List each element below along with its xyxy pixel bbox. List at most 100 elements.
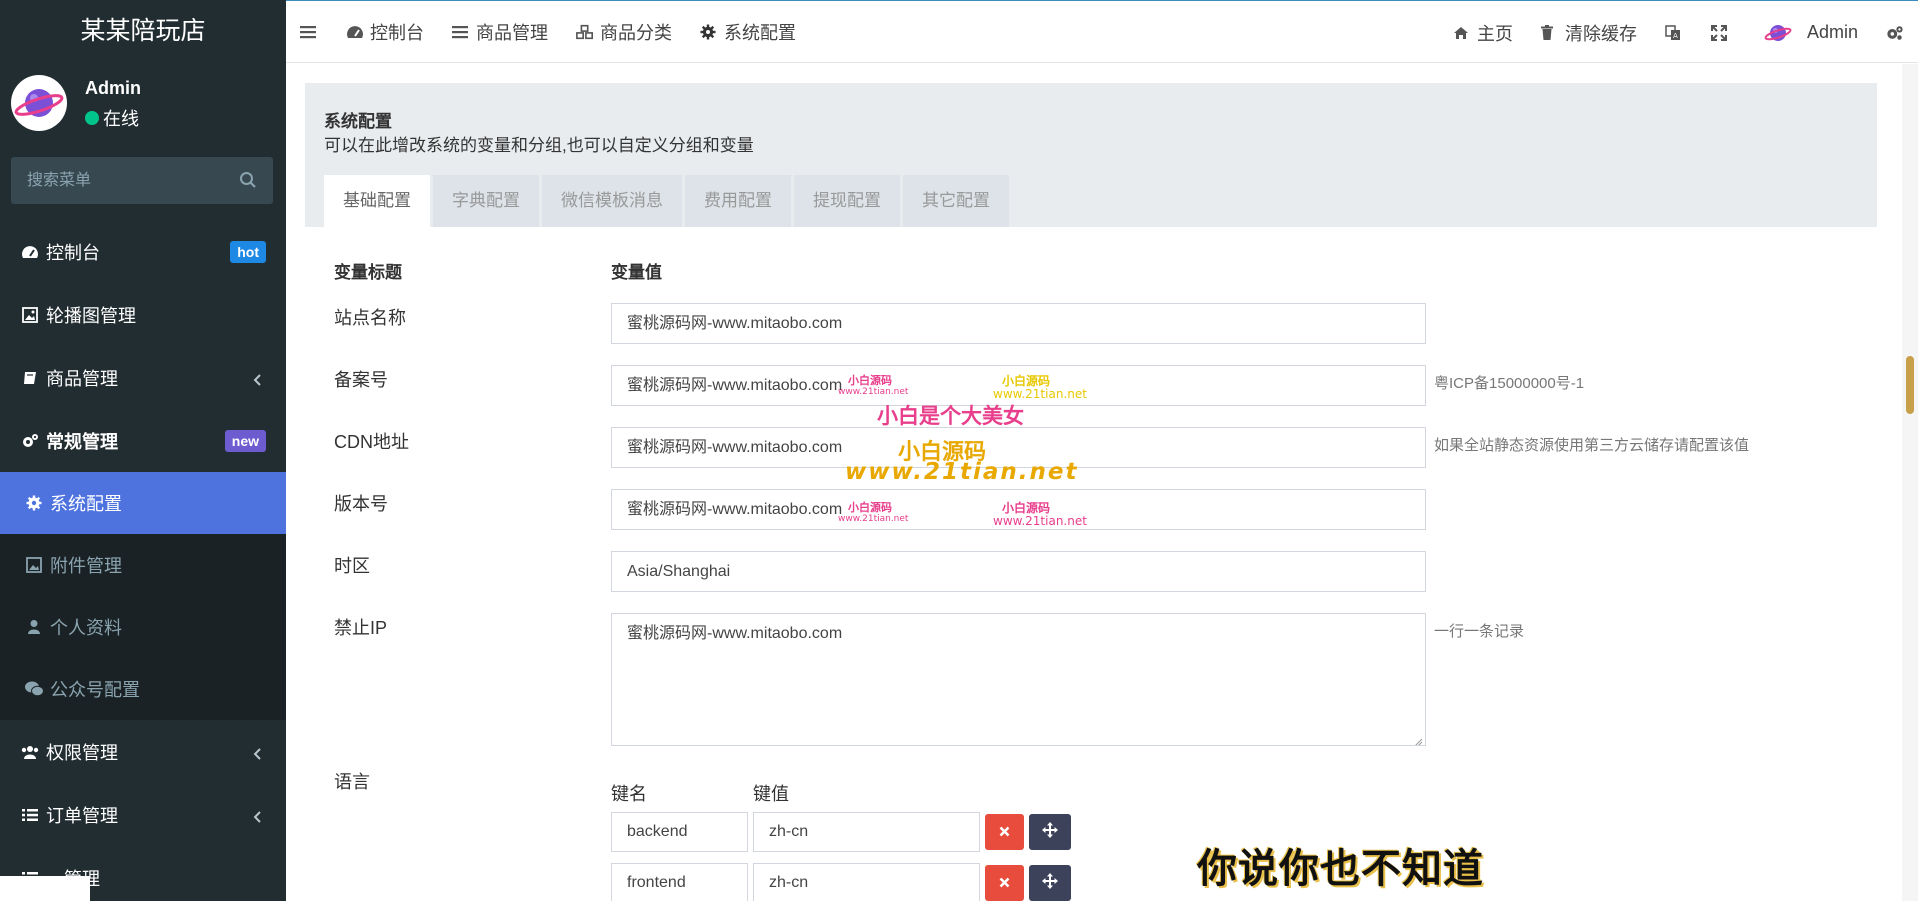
sidebar-item-label: 个人资料 [50, 618, 122, 638]
drag-row-button[interactable] [1029, 865, 1071, 901]
delete-row-button[interactable] [985, 814, 1024, 850]
move-icon [1042, 872, 1058, 894]
sidebar-item-attachments[interactable]: 附件管理 [0, 534, 286, 596]
tab-category[interactable]: 商品分类 [562, 0, 686, 63]
sidebar-item-label: 订单管理 [46, 805, 118, 826]
field-label-cdn: CDN地址 [334, 432, 409, 452]
translate-icon: A [1665, 24, 1683, 42]
sidebar-item-orders[interactable]: 订单管理 [0, 783, 286, 846]
tab-dashboard[interactable]: 控制台 [332, 0, 438, 63]
timezone-input[interactable]: Asia/Shanghai [611, 551, 1426, 592]
page-scrollbar[interactable] [1902, 64, 1918, 901]
gear-icon [700, 23, 718, 41]
home-icon [1453, 24, 1471, 42]
key-column-header: 键名 [611, 784, 647, 804]
watermark-text: 小白是个大美女 [877, 404, 1024, 428]
sidebar-item-system-config[interactable]: 系统配置 [0, 472, 286, 534]
tab-basic-config[interactable]: 基础配置 [324, 175, 430, 227]
language-key-input[interactable]: backend [611, 812, 748, 852]
avatar[interactable] [11, 75, 67, 131]
user-icon [24, 617, 44, 637]
watermark-text: 小白源码 [848, 374, 892, 387]
bottom-overlay [0, 876, 90, 901]
sidebar-toggle-button[interactable] [286, 0, 332, 63]
panel-description: 可以在此增改系统的变量和分组,也可以自定义分组和变量 [324, 136, 754, 155]
tab-label: 商品管理 [476, 22, 548, 43]
close-icon [999, 873, 1010, 893]
tab-withdraw-config[interactable]: 提现配置 [794, 175, 900, 227]
fullscreen-button[interactable] [1697, 1, 1743, 64]
search-input[interactable] [11, 157, 231, 204]
language-value-input[interactable]: zh-cn [753, 863, 980, 901]
sidebar-item-wechat[interactable]: 公众号配置 [0, 658, 286, 720]
cogs-icon [1886, 24, 1904, 42]
settings-button[interactable] [1872, 1, 1918, 64]
clear-cache-button[interactable]: 清除缓存 [1527, 1, 1651, 64]
sidebar-menu: 控制台 hot 轮播图管理 商品管理 常规管理 new 系统配置 附件管理 个人… [0, 220, 286, 901]
dashboard-icon [20, 242, 40, 262]
gear-icon [24, 493, 44, 513]
watermark-url: www.21tian.net [993, 387, 1087, 401]
sidebar-item-permissions[interactable]: 权限管理 [0, 720, 286, 783]
new-badge: new [224, 430, 266, 452]
top-navbar: 控制台 商品管理 商品分类 系统配置 主页 清除缓存 A Admin [286, 0, 1918, 63]
dashboard-icon [346, 23, 364, 41]
watermark-url: www.21tian.net [845, 459, 1079, 485]
column-header-title: 变量标题 [334, 263, 402, 282]
user-name: Admin [85, 78, 141, 98]
home-label: 主页 [1476, 23, 1513, 44]
sidebar-submenu: 系统配置 附件管理 个人资料 公众号配置 [0, 472, 286, 720]
watermark-text: 小白源码 [848, 501, 892, 514]
sidebar-item-label: 控制台 [46, 242, 100, 263]
tab-system-config[interactable]: 系统配置 [686, 0, 810, 63]
value-column-header: 键值 [753, 784, 789, 804]
delete-row-button[interactable] [985, 865, 1024, 901]
tab-fee-config[interactable]: 费用配置 [685, 175, 791, 227]
sidebar: 某某陪玩店 Admin 在线 控制台 hot [0, 0, 286, 901]
site-name-input[interactable]: 蜜桃源码网-www.mitaobo.com [611, 303, 1426, 344]
avatar [1763, 18, 1793, 48]
app-logo[interactable]: 某某陪玩店 [0, 0, 286, 63]
image-icon [20, 305, 40, 325]
sidebar-item-label: 公众号配置 [50, 680, 140, 700]
field-label-site-name: 站点名称 [334, 308, 406, 328]
tab-goods[interactable]: 商品管理 [438, 0, 562, 63]
chevron-left-icon [252, 745, 262, 760]
close-icon [999, 822, 1010, 842]
sidebar-item-dashboard[interactable]: 控制台 hot [0, 220, 286, 283]
sidebar-item-label: 常规管理 [46, 431, 118, 452]
hamburger-icon [300, 23, 318, 41]
trash-icon [1540, 24, 1559, 42]
language-value-input[interactable]: zh-cn [753, 812, 980, 852]
user-status: 在线 [85, 105, 139, 131]
sidebar-item-label: 系统配置 [50, 494, 122, 514]
tab-wechat-template[interactable]: 微信模板消息 [542, 175, 682, 227]
admin-name: Admin [1806, 22, 1858, 42]
forbidden-ip-hint: 一行一条记录 [1434, 623, 1525, 640]
video-subtitle: 你说你也不知道 [1197, 847, 1484, 891]
user-status-label: 在线 [103, 109, 139, 129]
resize-handle-icon[interactable] [1413, 733, 1423, 745]
image-icon [24, 555, 44, 575]
forbidden-ip-textarea[interactable]: 蜜桃源码网-www.mitaobo.com [611, 613, 1426, 746]
cogs-icon [20, 431, 40, 451]
forbidden-ip-value: 蜜桃源码网-www.mitaobo.com [627, 625, 843, 642]
sidebar-item-goods[interactable]: 商品管理 [0, 346, 286, 409]
admin-menu[interactable]: Admin [1743, 1, 1872, 64]
sidebar-item-label: 权限管理 [46, 742, 118, 763]
cdn-hint: 如果全站静态资源使用第三方云储存请配置该值 [1434, 437, 1750, 454]
field-label-version: 版本号 [334, 494, 388, 514]
config-tabs: 基础配置 字典配置 微信模板消息 费用配置 提现配置 其它配置 [324, 175, 1009, 227]
language-button[interactable]: A [1651, 1, 1697, 64]
language-key-input[interactable]: frontend [611, 863, 748, 901]
sidebar-item-banner[interactable]: 轮播图管理 [0, 283, 286, 346]
sidebar-item-general[interactable]: 常规管理 new [0, 409, 286, 472]
scrollbar-thumb[interactable] [1906, 356, 1914, 414]
tab-other-config[interactable]: 其它配置 [903, 175, 1009, 227]
search-icon[interactable] [239, 171, 257, 189]
cubes-icon [576, 23, 594, 41]
home-link[interactable]: 主页 [1439, 1, 1527, 64]
sidebar-item-profile[interactable]: 个人资料 [0, 596, 286, 658]
drag-row-button[interactable] [1029, 814, 1071, 850]
tab-dictionary-config[interactable]: 字典配置 [433, 175, 539, 227]
